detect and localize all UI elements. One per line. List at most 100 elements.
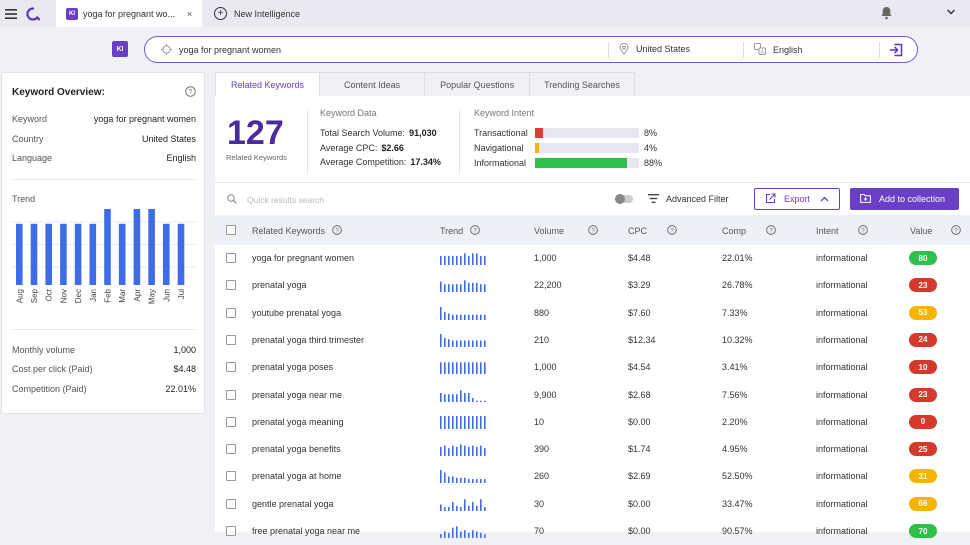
col-trend[interactable]: Trend? [440, 225, 481, 237]
sparkline-bar [448, 362, 450, 375]
sparkline-bar [448, 255, 450, 265]
row-checkbox[interactable] [226, 471, 236, 482]
sparkline-bar [476, 479, 478, 484]
keyword-cell[interactable]: yoga for pregnant women [252, 253, 354, 263]
table-row[interactable]: prenatal yoga benefits 390 $1.74 4.95% infor… [215, 436, 970, 463]
top-bar: KI yoga for pregnant wo... × + New Intel… [0, 0, 970, 27]
help-icon[interactable]: ? [857, 225, 868, 237]
browser-tab-active[interactable]: KI yoga for pregnant wo... × [56, 0, 202, 27]
keyword-cell[interactable]: prenatal yoga meaning [252, 417, 344, 427]
export-button[interactable]: Export [754, 188, 840, 210]
trend-month-label: Apr [133, 289, 142, 302]
intent-name: Navigational [474, 143, 524, 153]
table-row[interactable]: prenatal yoga third trimester 210 $12.34 10… [215, 327, 970, 354]
help-icon[interactable]: ? [667, 225, 677, 237]
col-comp[interactable]: Comp? [722, 225, 776, 237]
keyword-cell[interactable]: prenatal yoga third trimester [252, 335, 364, 345]
advanced-filter-button[interactable]: Advanced Filter [666, 194, 729, 204]
language-select[interactable]: English [773, 45, 803, 55]
toggle-switch[interactable] [615, 194, 633, 204]
chevron-down-icon[interactable] [946, 7, 956, 19]
metric-value: $4.48 [173, 364, 196, 374]
intent-cell: informational [816, 526, 868, 536]
col-intent[interactable]: Intent? [816, 225, 868, 237]
table-row[interactable]: prenatal yoga at home 260 $2.69 52.50% infor… [215, 463, 970, 490]
row-checkbox[interactable] [226, 498, 236, 509]
col-cpc[interactable]: CPC? [628, 225, 677, 237]
cpc-cell: $3.29 [628, 280, 651, 291]
search-input[interactable]: yoga for pregnant women [179, 45, 281, 55]
row-checkbox[interactable] [226, 389, 236, 400]
trend-month-label: Jul [177, 289, 186, 299]
col-value[interactable]: Value? [910, 225, 962, 237]
row-checkbox[interactable] [226, 362, 236, 373]
row-checkbox[interactable] [226, 416, 236, 427]
filter-icon[interactable] [648, 194, 659, 205]
keyword-cell[interactable]: youtube prenatal yoga [252, 308, 341, 318]
keyword-cell[interactable]: prenatal yoga [252, 280, 307, 290]
hamburger-menu-icon[interactable] [0, 0, 22, 27]
add-to-collection-label: Add to collection [879, 194, 946, 204]
row-checkbox[interactable] [226, 444, 236, 455]
tab-trending-searches[interactable]: Trending Searches [529, 72, 635, 96]
table-row[interactable]: prenatal yoga 22,200 $3.29 26.78% informatio… [215, 272, 970, 299]
select-all-checkbox[interactable] [226, 225, 236, 235]
row-checkbox[interactable] [226, 307, 236, 318]
svg-text:?: ? [335, 227, 339, 234]
help-icon[interactable]: ? [588, 225, 598, 237]
trend-sparkline [440, 253, 486, 265]
country-select[interactable]: United States [636, 44, 690, 54]
keyword-cell[interactable]: prenatal yoga near me [252, 390, 342, 400]
trend-bar [16, 223, 23, 285]
help-icon[interactable]: ? [766, 225, 776, 237]
keyword-cell[interactable]: prenatal yoga poses [252, 362, 333, 372]
bell-icon[interactable] [880, 6, 893, 22]
sparkline-bar [464, 478, 466, 484]
sparkline-bar [440, 415, 442, 429]
col-label: Intent [816, 226, 839, 236]
sparkline-bar [456, 505, 458, 511]
table-row[interactable]: prenatal yoga meaning 10 $0.00 2.20% informa… [215, 409, 970, 436]
comp-cell: 4.95% [722, 444, 748, 455]
sparkline-bar [484, 506, 486, 511]
volume-cell: 260 [534, 471, 550, 482]
col-volume[interactable]: Volume? [534, 225, 598, 237]
keyword-cell[interactable]: prenatal yoga benefits [252, 444, 341, 454]
table-row[interactable]: yoga for pregnant women 1,000 $4.48 22.01% i… [215, 245, 970, 272]
row-checkbox[interactable] [226, 253, 236, 263]
help-icon[interactable]: ? [185, 86, 196, 99]
keyword-search-bar[interactable]: yoga for pregnant women United States A … [144, 36, 918, 63]
tab-popular-questions[interactable]: Popular Questions [424, 72, 531, 96]
sparkline-bar [448, 393, 450, 402]
col-related-keywords[interactable]: Related Keywords? [252, 225, 342, 237]
tab-related-keywords[interactable]: Related Keywords [215, 72, 321, 96]
row-checkbox[interactable] [226, 280, 236, 291]
app-logo-icon[interactable] [22, 0, 44, 27]
help-icon[interactable]: ? [951, 225, 962, 237]
table-row[interactable]: prenatal yoga poses 1,000 $4.54 3.41% inform… [215, 354, 970, 381]
new-intelligence-button[interactable]: + New Intelligence [214, 0, 300, 27]
row-checkbox[interactable] [226, 334, 236, 345]
help-icon[interactable]: ? [470, 225, 481, 237]
tab-content-ideas[interactable]: Content Ideas [319, 72, 426, 96]
keyword-cell[interactable]: prenatal yoga at home [252, 471, 342, 481]
keyword-cell[interactable]: gentle prenatal yoga [252, 499, 334, 509]
table-row[interactable]: gentle prenatal yoga 30 $0.00 33.47% informa… [215, 491, 970, 518]
sparkline-bar [468, 340, 470, 347]
table-row[interactable]: prenatal yoga near me 9,900 $2.68 7.56% info… [215, 382, 970, 409]
col-label: Value [910, 226, 933, 236]
row-checkbox[interactable] [226, 526, 236, 536]
search-submit-icon[interactable] [889, 42, 905, 60]
help-icon[interactable]: ? [332, 225, 342, 237]
intent-bar-fill [535, 128, 544, 138]
keyword-cell[interactable]: free prenatal yoga near me [252, 526, 360, 536]
quick-search-input[interactable]: Quick results search [247, 195, 324, 205]
tab-close-icon[interactable]: × [187, 9, 192, 19]
sparkline-bar [480, 445, 482, 457]
table-row[interactable]: youtube prenatal yoga 880 $7.60 7.33% inform… [215, 300, 970, 327]
intent-cell: informational [816, 389, 868, 400]
trend-bar [104, 209, 111, 285]
sparkline-bar [472, 340, 474, 347]
add-to-collection-button[interactable]: Add to collection [850, 188, 959, 210]
sparkline-bar [468, 255, 470, 265]
